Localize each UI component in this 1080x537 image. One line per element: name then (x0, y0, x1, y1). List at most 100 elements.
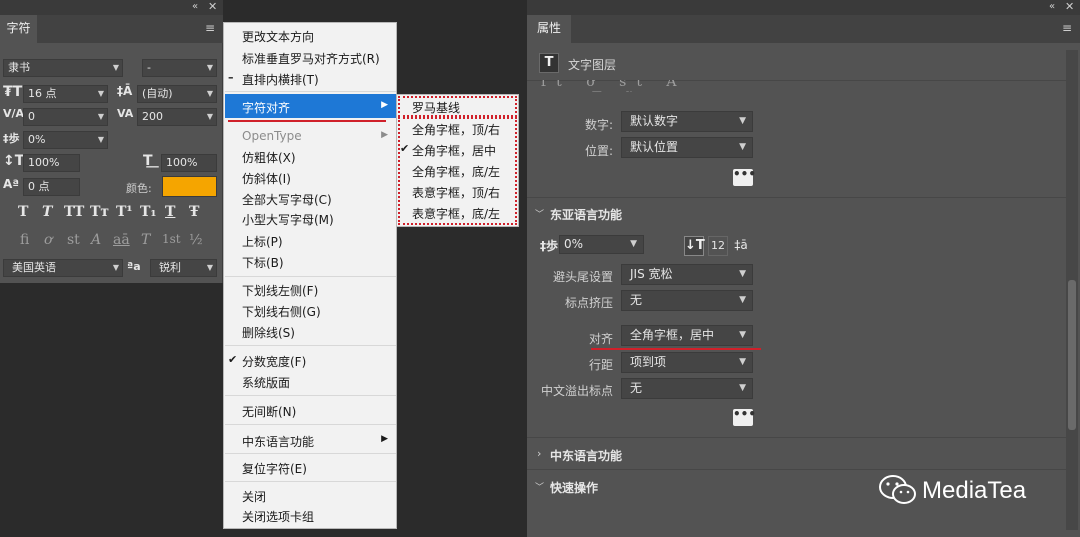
titling-alternates-button[interactable]: T (141, 232, 150, 248)
all-caps-button[interactable]: TT (64, 204, 84, 220)
scrollbar[interactable] (1066, 50, 1078, 530)
ordinals-button[interactable]: 1st (162, 232, 181, 246)
leading-field[interactable]: (自动) ▼ (137, 85, 217, 103)
chevron-down-icon[interactable]: ﹀ (535, 207, 544, 220)
menu-item-superscript[interactable]: 上标(P) (242, 233, 283, 250)
menu-divider (225, 91, 396, 92)
tracking-field[interactable]: 200 ▼ (137, 108, 217, 126)
middle-eastern-features-title[interactable]: 中东语言功能 (550, 447, 622, 464)
baseline-shift-field[interactable]: 0 点 (23, 178, 80, 196)
underline-button[interactable]: T (165, 204, 175, 220)
font-size-value: 16 点 (28, 87, 57, 100)
faux-bold-button[interactable]: T (18, 204, 28, 220)
chevron-down-icon[interactable]: ﹀ (535, 480, 544, 493)
strikethrough-button[interactable]: Ŧ (189, 204, 199, 220)
east-asian-features-title[interactable]: 东亚语言功能 (550, 206, 622, 223)
chevron-down-icon: ▼ (206, 263, 213, 272)
panel-title-bar: « ✕ (527, 0, 1080, 15)
menu-item-character-align[interactable]: 字符对齐 (242, 99, 290, 116)
vertical-alignment-button[interactable]: ↓T (684, 236, 705, 256)
quick-actions-title[interactable]: 快速操作 (550, 479, 598, 496)
panel-menu-icon[interactable]: ≡ (1062, 21, 1072, 35)
stylistic-alternates-button[interactable]: aā (113, 232, 130, 248)
close-icon[interactable]: ✕ (1065, 0, 1074, 13)
collapse-icon[interactable]: « (192, 1, 198, 12)
baseline-shift-button[interactable]: ‡ā (731, 236, 751, 256)
menu-item-opentype[interactable]: OpenType (242, 129, 302, 143)
small-caps-button[interactable]: Tт (90, 204, 109, 220)
menu-item-underline-right[interactable]: 下划线右侧(G) (242, 303, 321, 320)
fractions-button[interactable]: ½ (189, 232, 203, 248)
menu-item-no-break[interactable]: 无间断(N) (242, 403, 296, 420)
wechat-icon (879, 475, 916, 504)
line-select[interactable]: 项到项 ▼ (621, 352, 753, 373)
menu-item-close-tab-group[interactable]: 关闭选项卡组 (242, 508, 314, 525)
kinsoku-select[interactable]: JIS 宽松 ▼ (621, 264, 753, 285)
subscript-button[interactable]: T₁ (140, 204, 157, 220)
numbers-label: 数字: (584, 118, 613, 132)
menu-divider (225, 481, 396, 482)
align-label: 对齐 (588, 332, 613, 346)
menu-item-all-caps[interactable]: 全部大写字母(C) (242, 191, 332, 208)
vertical-scale-field[interactable]: 100% (23, 154, 80, 172)
submenu-item-icf-bottom-left[interactable]: 表意字框，底/左 (412, 205, 500, 222)
menu-item-strikethrough[interactable]: 删除线(S) (242, 324, 295, 341)
submenu-item-roman-baseline[interactable]: 罗马基线 (412, 99, 460, 116)
chevron-right-icon[interactable]: › (537, 447, 541, 460)
discretionary-ligatures-button[interactable]: st (67, 232, 80, 248)
tsume-select[interactable]: 0% ▼ (559, 235, 644, 254)
font-family-select[interactable]: 隶书 ▼ (3, 59, 123, 77)
numbers-select[interactable]: 默认数字 ▼ (621, 111, 753, 132)
menu-item-fractional-widths[interactable]: 分数宽度(F) (242, 353, 306, 370)
contextual-alternates-button[interactable]: ơ (44, 232, 52, 248)
antialias-select[interactable]: 锐利 ▼ (150, 259, 217, 277)
close-icon[interactable]: ✕ (208, 0, 217, 13)
tsume-field[interactable]: 0% ▼ (23, 131, 108, 149)
submenu-item-icf-top-right[interactable]: 表意字框，顶/右 (412, 184, 500, 201)
ligatures-button[interactable]: fi (20, 232, 29, 248)
language-select[interactable]: 美国英语 ▼ (3, 259, 123, 277)
faux-italic-button[interactable]: T (42, 204, 52, 220)
menu-item-standard-vertical-roman-alignment[interactable]: 标准垂直罗马对齐方式(R) (242, 50, 380, 67)
menu-item-subscript[interactable]: 下标(B) (242, 254, 284, 271)
more-options-button[interactable]: ••• (733, 168, 756, 186)
collapse-icon[interactable]: « (1049, 1, 1055, 12)
tsume-icon: ‡歩 (3, 132, 20, 145)
horizontal-scale-field[interactable]: 100% (161, 154, 217, 172)
font-style-select[interactable]: - ▼ (142, 59, 217, 77)
align-value: 全角字框，居中 (630, 328, 715, 342)
tate-chu-yoko-button[interactable]: 12 (708, 236, 728, 256)
menu-item-system-layout[interactable]: 系统版面 (242, 374, 290, 391)
submenu-item-em-box-center[interactable]: 全角字框，居中 (412, 142, 496, 159)
hanging-punctuation-select[interactable]: 无 ▼ (621, 378, 753, 399)
tab-properties[interactable]: 属性 (527, 15, 571, 43)
chevron-down-icon: ▼ (739, 383, 746, 393)
panel-tab-bar: 属性 ≡ (527, 15, 1080, 43)
chevron-down-icon: ▼ (206, 63, 213, 72)
menu-item-faux-italic[interactable]: 仿斜体(I) (242, 170, 291, 187)
menu-item-reset-character[interactable]: 复位字符(E) (242, 460, 307, 477)
submenu-item-em-box-bottom-left[interactable]: 全角字框，底/左 (412, 163, 500, 180)
opentype-icons-row: ft ơ st A aa T ľ (541, 80, 711, 92)
menu-item-underline-left[interactable]: 下划线左侧(F) (242, 282, 318, 299)
tab-character[interactable]: 字符 (0, 15, 37, 43)
opentype-icons: ft ơ st A aa T ľ (541, 80, 687, 92)
menu-item-tate-chu-yoko[interactable]: 直排内横排(T) (242, 71, 319, 88)
kerning-field[interactable]: 0 ▼ (23, 108, 108, 126)
menu-item-faux-bold[interactable]: 仿粗体(X) (242, 149, 296, 166)
menu-item-close[interactable]: 关闭 (242, 488, 266, 505)
more-options-button[interactable]: ••• (733, 408, 756, 426)
font-size-field[interactable]: 16 点 ▼ (23, 85, 108, 103)
position-select[interactable]: 默认位置 ▼ (621, 137, 753, 158)
menu-item-small-caps[interactable]: 小型大写字母(M) (242, 211, 334, 228)
mojikumi-select[interactable]: 无 ▼ (621, 290, 753, 311)
panel-menu-icon[interactable]: ≡ (205, 21, 215, 35)
menu-item-change-text-orientation[interactable]: 更改文本方向 (242, 28, 314, 45)
align-select[interactable]: 全角字框，居中 ▼ (621, 325, 753, 346)
swash-button[interactable]: A (91, 232, 101, 248)
submenu-item-em-box-top-right[interactable]: 全角字框，顶/右 (412, 121, 500, 138)
color-swatch[interactable] (162, 176, 217, 197)
menu-item-middle-eastern-features[interactable]: 中东语言功能 (242, 433, 314, 450)
superscript-button[interactable]: T¹ (116, 204, 133, 220)
scrollbar-thumb[interactable] (1068, 280, 1076, 430)
